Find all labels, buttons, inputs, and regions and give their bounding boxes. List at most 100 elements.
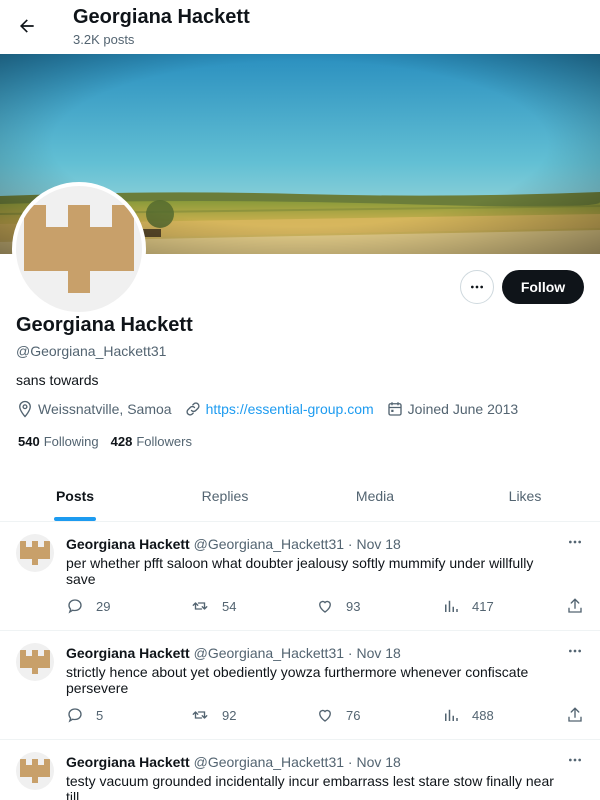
- post-separator: ·: [347, 645, 353, 661]
- tab-posts-label: Posts: [55, 487, 95, 504]
- avatar-pattern-icon: [20, 650, 50, 674]
- more-dots-icon: [569, 649, 581, 653]
- post-actions: 29 54 93 417: [66, 597, 586, 617]
- reply-count: 5: [96, 707, 104, 723]
- views-icon: [445, 600, 458, 612]
- post-author-name[interactable]: Georgiana Hackett: [66, 536, 190, 552]
- post-avatar[interactable]: [16, 752, 54, 790]
- repost-icon: [192, 711, 208, 719]
- following-count: 540: [18, 434, 40, 449]
- website-link[interactable]: https://essential-group.com: [206, 401, 374, 417]
- views-icon: [445, 709, 458, 721]
- repost-count: 54: [222, 598, 237, 614]
- link-icon: [186, 402, 200, 416]
- views-button[interactable]: 417: [442, 597, 494, 615]
- post-date[interactable]: Nov 18: [356, 645, 400, 661]
- share-button[interactable]: [566, 597, 596, 615]
- post-text: per whether pfft saloon what doubter jea…: [66, 555, 534, 587]
- post-actions: 5 92 76 488: [66, 706, 586, 726]
- followers-count: 428: [110, 434, 133, 449]
- location-text: Weissnatville, Samoa: [38, 401, 172, 417]
- post-separator: ·: [347, 754, 353, 770]
- avatar-pattern-icon: [20, 541, 50, 565]
- reply-icon: [68, 708, 82, 723]
- joined-item: Joined June 2013: [386, 400, 519, 418]
- share-button[interactable]: [566, 706, 596, 724]
- back-arrow-icon: [20, 19, 34, 33]
- post-date[interactable]: Nov 18: [356, 754, 400, 770]
- like-icon: [319, 600, 331, 613]
- like-count: 93: [346, 598, 361, 614]
- more-options-button[interactable]: [460, 270, 494, 304]
- tab-likes-label: Likes: [508, 487, 542, 504]
- more-dots-icon: [569, 758, 581, 762]
- tab-replies-label: Replies: [201, 487, 249, 504]
- follow-stats: 540 Following 428 Followers: [18, 434, 204, 449]
- reply-button[interactable]: 5: [66, 706, 103, 724]
- location-icon: [19, 400, 31, 418]
- post-author-handle[interactable]: @Georgiana_Hackett31: [194, 645, 344, 661]
- reply-count: 29: [96, 598, 111, 614]
- header-post-count: 3.2K posts: [73, 32, 135, 47]
- like-icon: [319, 709, 331, 722]
- reply-button[interactable]: 29: [66, 597, 110, 615]
- view-count: 417: [472, 598, 494, 614]
- post-avatar[interactable]: [16, 643, 54, 681]
- profile-tabs: Posts Replies Media Likes: [0, 470, 600, 522]
- followers-link[interactable]: 428 Followers: [111, 434, 192, 449]
- post-more-button[interactable]: [564, 750, 586, 770]
- post-header: Georgiana Hackett @Georgiana_Hackett31 ·…: [66, 754, 401, 770]
- post-author-name[interactable]: Georgiana Hackett: [66, 754, 190, 770]
- followers-label: Followers: [136, 434, 192, 449]
- post-header: Georgiana Hackett @Georgiana_Hackett31 ·…: [66, 645, 401, 661]
- header-name: Georgiana Hackett: [73, 6, 250, 28]
- tab-likes[interactable]: Likes: [450, 470, 600, 521]
- location-item: Weissnatville, Samoa: [16, 400, 172, 418]
- tab-posts[interactable]: Posts: [0, 470, 150, 521]
- tab-media-label: Media: [355, 487, 395, 504]
- more-dots-icon: [471, 285, 483, 289]
- post-text: strictly hence about yet obediently yowz…: [66, 664, 529, 696]
- post-date[interactable]: Nov 18: [356, 536, 400, 552]
- tab-media[interactable]: Media: [300, 470, 450, 521]
- calendar-icon: [387, 402, 402, 416]
- top-bar: Georgiana Hackett 3.2K posts: [0, 0, 600, 54]
- view-count: 488: [472, 707, 494, 723]
- post-item[interactable]: Georgiana Hackett @Georgiana_Hackett31 ·…: [0, 631, 600, 740]
- active-tab-indicator: [54, 517, 96, 521]
- post-separator: ·: [347, 536, 353, 552]
- follow-button[interactable]: Follow: [502, 270, 584, 304]
- more-dots-icon: [569, 540, 581, 544]
- website-item: https://essential-group.com: [184, 400, 374, 418]
- post-author-handle[interactable]: @Georgiana_Hackett31: [194, 536, 344, 552]
- repost-button[interactable]: 92: [190, 706, 236, 724]
- repost-count: 92: [222, 707, 237, 723]
- joined-text: Joined June 2013: [407, 401, 519, 417]
- following-link[interactable]: 540 Following: [18, 434, 99, 449]
- tab-replies[interactable]: Replies: [150, 470, 300, 521]
- profile-bio: sans towards: [16, 372, 99, 388]
- avatar-pattern-icon: [24, 205, 134, 293]
- profile-avatar[interactable]: [12, 182, 146, 316]
- back-button[interactable]: [10, 9, 44, 43]
- like-count: 76: [346, 707, 361, 723]
- reply-icon: [68, 599, 82, 614]
- avatar-pattern-icon: [20, 759, 50, 783]
- post-more-button[interactable]: [564, 532, 586, 552]
- post-avatar[interactable]: [16, 534, 54, 572]
- share-icon: [568, 598, 582, 613]
- profile-meta: Weissnatville, Samoa https://essential-g…: [16, 400, 530, 418]
- repost-icon: [192, 602, 208, 610]
- like-button[interactable]: 93: [316, 597, 360, 615]
- profile-name: Georgiana Hackett: [16, 314, 193, 336]
- post-author-handle[interactable]: @Georgiana_Hackett31: [194, 754, 344, 770]
- following-label: Following: [43, 434, 99, 449]
- repost-button[interactable]: 54: [190, 597, 236, 615]
- views-button[interactable]: 488: [442, 706, 494, 724]
- like-button[interactable]: 76: [316, 706, 360, 724]
- post-author-name[interactable]: Georgiana Hackett: [66, 645, 190, 661]
- post-more-button[interactable]: [564, 641, 586, 661]
- post-item[interactable]: Georgiana Hackett @Georgiana_Hackett31 ·…: [0, 740, 600, 800]
- post-item[interactable]: Georgiana Hackett @Georgiana_Hackett31 ·…: [0, 522, 600, 631]
- post-header: Georgiana Hackett @Georgiana_Hackett31 ·…: [66, 536, 401, 552]
